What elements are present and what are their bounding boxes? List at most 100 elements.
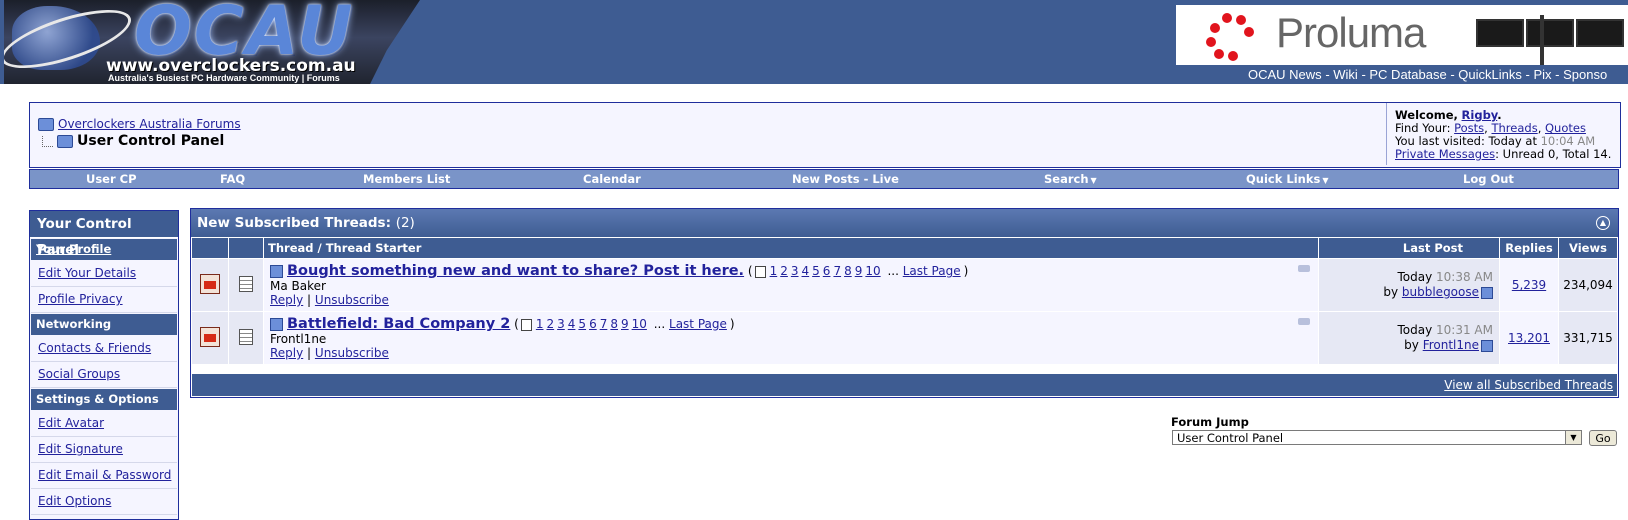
subscribed-check-icon	[270, 318, 283, 331]
subscribed-check-icon	[270, 265, 283, 278]
username-link[interactable]: Rigby	[1462, 108, 1498, 122]
breadcrumb-root-link[interactable]: Overclockers Australia Forums	[58, 117, 241, 131]
forum-folder-icon	[38, 117, 54, 131]
edit-avatar-link[interactable]: Edit Avatar	[38, 416, 104, 430]
subscribed-threads-count: (2)	[395, 215, 415, 231]
page-title: User Control Panel	[77, 133, 225, 149]
advert-banner[interactable]: Proluma	[1176, 5, 1628, 65]
page-link[interactable]: 5	[812, 264, 820, 278]
page-link[interactable]: 4	[802, 264, 810, 278]
thread-title-link[interactable]: Bought something new and want to share? …	[287, 263, 744, 279]
replies-link[interactable]: 5,239	[1512, 278, 1546, 292]
subscribed-threads-header: New Subscribed Threads: (2) ▲	[191, 209, 1618, 237]
edit-email-password-link[interactable]: Edit Email & Password	[38, 468, 171, 482]
page-link[interactable]: 9	[855, 264, 863, 278]
collapse-icon[interactable]: ▲	[1596, 216, 1610, 230]
hot-thread-icon	[200, 273, 220, 294]
menu-members-list[interactable]: Members List	[363, 172, 450, 186]
tag-icon	[1298, 265, 1310, 272]
edit-signature-link[interactable]: Edit Signature	[38, 442, 123, 456]
sidebar-item-edit-signature: Edit Signature	[31, 437, 177, 463]
col-views[interactable]: Views	[1559, 238, 1617, 258]
unsubscribe-link[interactable]: Unsubscribe	[315, 293, 389, 307]
section-your-profile: Your Profile	[31, 239, 177, 260]
sidebar-item-edit-avatar: Edit Avatar	[31, 411, 177, 437]
menu-quick-links[interactable]: Quick Links ▼	[1246, 172, 1328, 186]
goto-last-post-icon[interactable]	[1481, 339, 1493, 352]
contacts-friends-link[interactable]: Contacts & Friends	[38, 341, 151, 355]
find-quotes-link[interactable]: Quotes	[1545, 121, 1586, 135]
hot-thread-icon	[200, 326, 220, 347]
top-link-quicklinks[interactable]: QuickLinks	[1458, 67, 1522, 82]
logo-tagline: Australia's Busiest PC Hardware Communit…	[108, 73, 340, 83]
page-link[interactable]: 10	[865, 264, 880, 278]
replies-link[interactable]: 13,201	[1508, 331, 1550, 345]
page-link[interactable]: 10	[632, 317, 647, 331]
tree-branch-icon	[42, 135, 53, 147]
reply-link[interactable]: Reply	[270, 293, 303, 307]
private-messages-link[interactable]: Private Messages	[1395, 147, 1495, 161]
find-posts-link[interactable]: Posts	[1454, 121, 1484, 135]
menu-log-out[interactable]: Log Out	[1463, 172, 1514, 186]
sidebar-item-contacts: Contacts & Friends	[31, 336, 177, 362]
menu-calendar[interactable]: Calendar	[583, 172, 641, 186]
page-link[interactable]: 4	[568, 317, 576, 331]
thread-pager: (1 2 3 4 5 6 7 8 9 10 ... Last Page)	[747, 264, 969, 278]
top-link-pc-database[interactable]: PC Database	[1369, 67, 1446, 82]
table-row: Bought something new and want to share? …	[192, 259, 1617, 311]
menu-search-label: Search	[1044, 172, 1089, 186]
menu-faq[interactable]: FAQ	[220, 172, 245, 186]
edit-details-link[interactable]: Edit Your Details	[38, 266, 136, 280]
page-link[interactable]: 6	[589, 317, 597, 331]
last-page-link[interactable]: Last Page	[903, 264, 961, 278]
views-count: 331,715	[1559, 312, 1617, 364]
page-link[interactable]: 7	[600, 317, 608, 331]
thread-pager: (1 2 3 4 5 6 7 8 9 10 ... Last Page)	[514, 317, 735, 331]
page-link[interactable]: 9	[621, 317, 629, 331]
top-link-wiki[interactable]: Wiki	[1333, 67, 1358, 82]
last-post-cell: Today 10:31 AM by Frontl1ne	[1319, 312, 1499, 364]
page-link[interactable]: 1	[770, 264, 778, 278]
ocau-logo[interactable]: OCAU www.overclockers.com.au Australia's…	[4, 0, 420, 84]
social-groups-link[interactable]: Social Groups	[38, 367, 120, 381]
last-poster-link[interactable]: Frontl1ne	[1423, 338, 1479, 352]
last-page-link[interactable]: Last Page	[669, 317, 727, 331]
go-button[interactable]: Go	[1589, 430, 1617, 446]
page-link[interactable]: 6	[823, 264, 831, 278]
page-link[interactable]: 3	[791, 264, 799, 278]
menu-user-cp[interactable]: User CP	[86, 172, 137, 186]
col-thread[interactable]: Thread / Thread Starter	[264, 238, 1318, 258]
your-profile-link[interactable]: Your Profile	[36, 242, 111, 256]
page-link[interactable]: 8	[610, 317, 618, 331]
page-link[interactable]: 2	[780, 264, 788, 278]
edit-options-link[interactable]: Edit Options	[38, 494, 111, 508]
forum-jump-selected: User Control Panel	[1177, 431, 1284, 445]
profile-privacy-link[interactable]: Profile Privacy	[38, 292, 123, 306]
page-link[interactable]: 2	[547, 317, 555, 331]
menu-new-posts-live[interactable]: New Posts - Live	[792, 172, 899, 186]
page-link[interactable]: 1	[536, 317, 544, 331]
goto-last-post-icon[interactable]	[1481, 286, 1493, 299]
section-networking: Networking	[31, 314, 177, 335]
forum-jump-select[interactable]: User Control Panel ▼	[1172, 430, 1582, 445]
find-threads-link[interactable]: Threads	[1491, 121, 1537, 135]
last-poster-link[interactable]: bubblegoose	[1402, 285, 1479, 299]
top-link-sponsors[interactable]: Sponso	[1563, 67, 1607, 82]
unsubscribe-link[interactable]: Unsubscribe	[315, 346, 389, 360]
navbar-box: Overclockers Australia Forums User Contr…	[29, 102, 1621, 168]
view-all-subscribed-link[interactable]: View all Subscribed Threads	[1444, 378, 1613, 392]
top-link-news[interactable]: OCAU News	[1248, 67, 1322, 82]
col-last-post[interactable]: Last Post	[1319, 238, 1499, 258]
post-icon	[239, 328, 253, 345]
menu-search[interactable]: Search ▼	[1044, 172, 1097, 186]
chevron-down-icon[interactable]: ▼	[1565, 431, 1581, 444]
top-link-pix[interactable]: Pix	[1533, 67, 1551, 82]
table-header-row: Thread / Thread Starter Last Post Replie…	[192, 238, 1617, 258]
col-replies[interactable]: Replies	[1500, 238, 1558, 258]
page-link[interactable]: 8	[844, 264, 852, 278]
thread-title-link[interactable]: Battlefield: Bad Company 2	[287, 316, 510, 332]
reply-link[interactable]: Reply	[270, 346, 303, 360]
page-link[interactable]: 3	[557, 317, 565, 331]
page-link[interactable]: 5	[578, 317, 586, 331]
page-link[interactable]: 7	[833, 264, 841, 278]
